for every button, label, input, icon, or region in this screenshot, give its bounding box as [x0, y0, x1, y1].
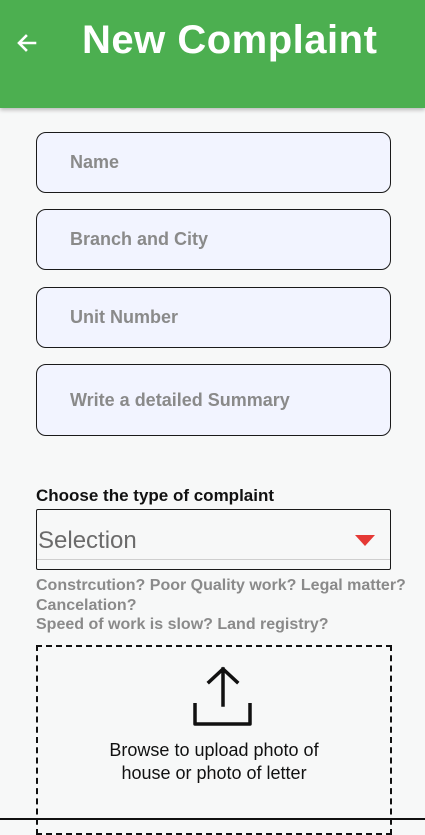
- hint-line-2: Cancelation?: [36, 596, 137, 614]
- complaint-type-value: Selection: [38, 527, 137, 554]
- name-placeholder: Name: [70, 152, 120, 172]
- page-title: New Complaint: [82, 18, 378, 62]
- upload-instructions: Browse to upload photo of house or photo…: [38, 739, 390, 785]
- complaint-type-label: Choose the type of complaint: [36, 486, 275, 505]
- unit-number-field[interactable]: Unit Number: [36, 287, 391, 348]
- app-bar: New Complaint: [0, 0, 425, 108]
- upload-icon: [193, 666, 252, 726]
- hint-line-1: Constrcution? Poor Quality work? Legal m…: [36, 577, 406, 594]
- upload-line-1: Browse to upload photo of: [109, 740, 319, 760]
- branch-city-placeholder: Branch and City: [70, 229, 209, 249]
- select-underline: [37, 559, 390, 560]
- triangle-down-icon: [355, 535, 375, 546]
- hint-line-3: Speed of work is slow? Land registry?: [36, 616, 329, 633]
- upload-area[interactable]: Browse to upload photo of house or photo…: [36, 645, 392, 835]
- complaint-type-hint: Constrcution? Poor Quality work? Legal m…: [36, 576, 421, 635]
- branch-city-field[interactable]: Branch and City: [36, 209, 391, 270]
- back-button[interactable]: [10, 28, 44, 58]
- arrow-left-icon: [17, 34, 37, 52]
- unit-number-placeholder: Unit Number: [70, 307, 178, 327]
- complaint-type-select[interactable]: Selection: [36, 509, 391, 570]
- summary-placeholder: Write a detailed Summary: [70, 389, 290, 410]
- name-field[interactable]: Name: [36, 132, 391, 193]
- upload-line-2: house or photo of letter: [121, 763, 307, 783]
- summary-field[interactable]: Write a detailed Summary: [36, 364, 391, 436]
